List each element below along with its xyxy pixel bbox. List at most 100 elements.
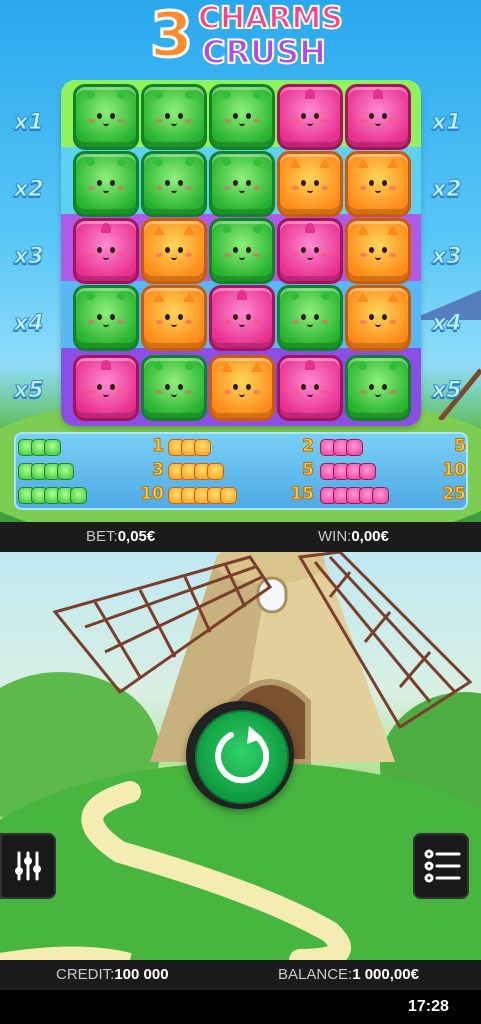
multiplier-left-2: x2 (14, 177, 44, 203)
credit-balance-bar: CREDIT:100 000 BALANCE:1 000,00€ (0, 960, 481, 990)
menu-list-icon (424, 849, 461, 883)
symbol-green-r5c2 (141, 355, 207, 421)
paytable-payout: 10 (140, 484, 165, 505)
symbol-orange-r2c4 (277, 151, 343, 217)
charm-face (212, 288, 272, 348)
sliders-icon (15, 851, 41, 881)
win-value: 0,00€ (351, 528, 389, 545)
symbol-pink-r5c1 (73, 355, 139, 421)
paytable-symbol-pink (372, 487, 389, 504)
settings-button[interactable] (0, 833, 56, 899)
charm-face (280, 288, 340, 348)
paytable: 1 3 10 2 5 15 5 10 25 (14, 432, 468, 510)
charm-face (212, 221, 272, 281)
spin-button[interactable] (195, 710, 289, 804)
symbol-pink-r4c3 (209, 285, 275, 351)
symbol-green-r4c1 (73, 285, 139, 351)
paytable-row: 15 (168, 484, 316, 506)
symbol-pink-r1c5 (345, 84, 411, 150)
charm-face (76, 154, 136, 214)
credit-label: CREDIT: (56, 966, 115, 983)
paytable-row: 25 (320, 484, 468, 506)
symbol-green-r2c3 (209, 151, 275, 217)
symbol-pink-r3c1 (73, 218, 139, 284)
paytable-payout: 15 (290, 484, 315, 505)
charm-face (144, 221, 204, 281)
multiplier-right-4: x4 (432, 311, 462, 337)
game-logo: 3 CHARMS CRUSH (148, 0, 344, 74)
win-display: WIN:0,00€ (318, 528, 389, 545)
charm-face (144, 288, 204, 348)
paytable-payout: 2 (302, 436, 315, 457)
charm-face (280, 221, 340, 281)
symbol-pink-r5c4 (277, 355, 343, 421)
charm-face (348, 358, 408, 418)
charm-face (280, 154, 340, 214)
paytable-symbol-green (57, 463, 74, 480)
multiplier-right-2: x2 (432, 177, 462, 203)
symbol-orange-r2c5 (345, 151, 411, 217)
paytable-payout: 5 (454, 436, 467, 457)
balance-value: 1 000,00€ (352, 966, 419, 983)
multiplier-right-1: x1 (432, 110, 462, 136)
reel-grid (61, 80, 421, 426)
paytable-row: 10 (320, 460, 468, 482)
paytable-symbol-pink (359, 463, 376, 480)
bet-label: BET: (86, 528, 118, 545)
game-area: 3 CHARMS CRUSH x1 x2 x3 x4 x5 x1 x2 x3 x… (0, 0, 481, 522)
paytable-symbol-green (44, 439, 61, 456)
paytable-row: 5 (320, 436, 468, 458)
charm-face (348, 154, 408, 214)
paytable-row: 10 (18, 484, 166, 506)
charm-face (144, 358, 204, 418)
charm-face (280, 87, 340, 147)
paytable-payout: 5 (302, 460, 315, 481)
charm-face (280, 358, 340, 418)
symbol-green-r4c4 (277, 285, 343, 351)
paytable-row: 5 (168, 460, 316, 482)
multiplier-left-5: x5 (14, 378, 44, 404)
logo-word-charms: CHARMS (197, 1, 344, 36)
charm-face (212, 154, 272, 214)
multiplier-right-3: x3 (432, 244, 462, 270)
multiplier-right-5: x5 (432, 378, 462, 404)
paytable-symbol-green (70, 487, 87, 504)
bet-value: 0,05€ (117, 528, 156, 545)
bet-display: BET:0,05€ (86, 528, 155, 545)
balance-label: BALANCE: (278, 966, 353, 983)
symbol-orange-r4c5 (345, 285, 411, 351)
symbol-green-r5c5 (345, 355, 411, 421)
multiplier-left-3: x3 (14, 244, 44, 270)
logo-number: 3 (148, 0, 194, 71)
bet-win-bar: BET:0,05€ WIN:0,00€ (0, 522, 481, 552)
symbol-orange-r3c2 (141, 218, 207, 284)
paytable-symbol-orange (220, 487, 237, 504)
status-bar: 17:28 (0, 990, 481, 1024)
paytable-row: 2 (168, 436, 316, 458)
multiplier-left-4: x4 (14, 311, 44, 337)
symbol-green-r2c2 (141, 151, 207, 217)
paytable-symbol-orange (194, 439, 211, 456)
charm-face (348, 87, 408, 147)
paytable-row: 3 (18, 460, 166, 482)
balance-display: BALANCE:1 000,00€ (278, 966, 419, 983)
menu-button[interactable] (413, 833, 469, 899)
paytable-payout: 10 (442, 460, 467, 481)
paytable-pink: 5 10 25 (320, 432, 470, 510)
credit-display: CREDIT:100 000 (56, 966, 169, 983)
charm-face (76, 221, 136, 281)
charm-face (76, 358, 136, 418)
refresh-arrow-icon (215, 726, 270, 784)
paytable-symbol-orange (207, 463, 224, 480)
clock-time: 17:28 (408, 998, 449, 1015)
paytable-green: 1 3 10 (18, 432, 168, 510)
paytable-symbol-pink (346, 439, 363, 456)
charm-face (76, 87, 136, 147)
credit-value: 100 000 (114, 966, 169, 983)
charm-face (76, 288, 136, 348)
symbol-green-r1c1 (73, 84, 139, 150)
symbol-green-r2c1 (73, 151, 139, 217)
symbol-green-r1c3 (209, 84, 275, 150)
paytable-payout: 25 (442, 484, 467, 505)
charm-face (144, 154, 204, 214)
